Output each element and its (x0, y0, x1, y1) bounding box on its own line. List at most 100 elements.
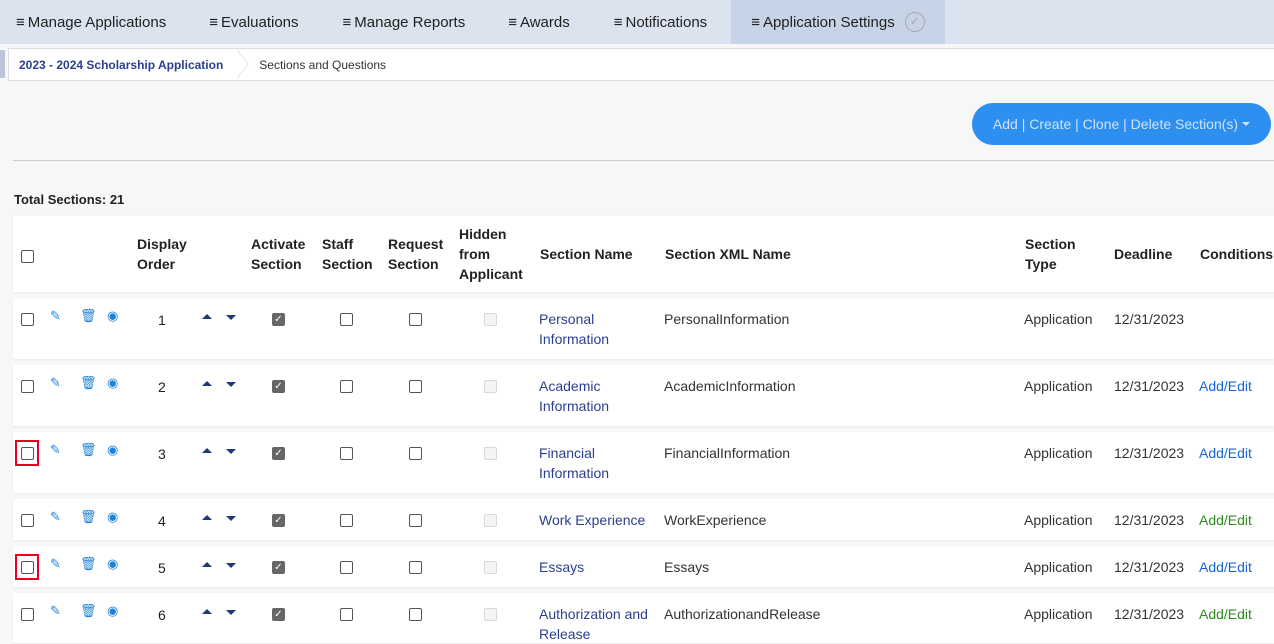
display-order-value: 3 (158, 446, 166, 462)
eye-icon[interactable]: ◉ (107, 309, 118, 322)
hidden-from-applicant-checkbox (484, 447, 497, 460)
breadcrumb-program-link[interactable]: 2023 - 2024 Scholarship Application (9, 49, 250, 80)
nav-application-settings[interactable]: ≡ Application Settings ✓ (731, 0, 945, 44)
total-sections: Total Sections: 21 (14, 192, 125, 207)
move-up-icon[interactable] (202, 562, 212, 567)
activate-section-checkbox[interactable]: ✓ (272, 447, 285, 460)
conditions-add-edit-link[interactable]: Add/Edit (1199, 604, 1252, 624)
conditions-add-edit-link[interactable]: Add/Edit (1199, 443, 1252, 463)
header-line: Section (388, 256, 439, 272)
section-name-link[interactable]: Authorization and Release (539, 604, 648, 644)
move-down-icon[interactable] (226, 563, 236, 568)
menu-icon: ≡ (508, 13, 517, 31)
section-actions-dropdown[interactable]: Add | Create | Clone | Delete Section(s) (972, 103, 1271, 145)
section-name-link[interactable]: Academic Information (539, 376, 609, 416)
eye-icon[interactable]: ◉ (107, 604, 118, 617)
deadline: 12/31/2023 (1114, 311, 1185, 327)
section-name-link[interactable]: Personal Information (539, 309, 609, 349)
header-hidden-from-applicant: Hidden from Applicant (459, 224, 523, 284)
move-down-icon[interactable] (226, 315, 236, 320)
nav-awards[interactable]: ≡ Awards (465, 0, 570, 44)
section-name-link[interactable]: Work Experience (539, 510, 645, 530)
row-select-checkbox[interactable] (21, 313, 34, 326)
staff-section-checkbox[interactable] (340, 561, 353, 574)
nav-manage-reports[interactable]: ≡ Manage Reports (299, 0, 466, 44)
move-up-icon[interactable] (202, 448, 212, 453)
trash-icon[interactable]: 🗑 (80, 557, 97, 570)
row-select-checkbox[interactable] (21, 380, 34, 393)
menu-icon: ≡ (751, 13, 760, 31)
move-up-icon[interactable] (202, 314, 212, 319)
conditions-add-edit-link[interactable]: Add/Edit (1199, 376, 1252, 396)
request-section-checkbox[interactable] (409, 608, 422, 621)
row-select-checkbox[interactable] (21, 608, 34, 621)
display-order-value: 6 (158, 607, 166, 623)
request-section-checkbox[interactable] (409, 514, 422, 527)
breadcrumb-current: Sections and Questions (259, 57, 387, 72)
conditions-add-edit-link[interactable]: Add/Edit (1199, 557, 1252, 577)
edit-icon[interactable]: ✎ (50, 376, 61, 389)
edit-icon[interactable]: ✎ (50, 604, 61, 617)
move-up-icon[interactable] (202, 515, 212, 520)
trash-icon[interactable]: 🗑 (80, 443, 97, 456)
nav-notifications[interactable]: ≡ Notifications (570, 0, 707, 44)
nav-label: Application Settings (762, 13, 895, 31)
section-name-line: Release (539, 626, 591, 642)
nav-label: Awards (519, 13, 570, 31)
section-name-link[interactable]: Financial Information (539, 443, 609, 483)
staff-section-checkbox[interactable] (340, 380, 353, 393)
edit-icon[interactable]: ✎ (50, 443, 61, 456)
nav-manage-applications[interactable]: ≡ Manage Applications (0, 0, 166, 44)
request-section-checkbox[interactable] (409, 561, 422, 574)
activate-section-checkbox[interactable]: ✓ (272, 380, 285, 393)
trash-icon[interactable]: 🗑 (80, 309, 97, 322)
move-up-icon[interactable] (202, 381, 212, 386)
section-type: Application (1024, 378, 1093, 394)
move-down-icon[interactable] (226, 449, 236, 454)
move-down-icon[interactable] (226, 382, 236, 387)
deadline: 12/31/2023 (1114, 378, 1185, 394)
select-all-checkbox[interactable] (21, 250, 34, 263)
activate-section-checkbox[interactable]: ✓ (272, 608, 285, 621)
move-down-icon[interactable] (226, 610, 236, 615)
conditions-add-edit-link[interactable]: Add/Edit (1199, 510, 1252, 530)
section-xml-name: PersonalInformation (664, 311, 790, 327)
section-name-link[interactable]: Essays (539, 557, 584, 577)
trash-icon[interactable]: 🗑 (80, 376, 97, 389)
edit-icon[interactable]: ✎ (50, 309, 61, 322)
eye-icon[interactable]: ◉ (107, 443, 118, 456)
trash-icon[interactable]: 🗑 (80, 510, 97, 523)
header-section-name: Section Name (540, 246, 633, 262)
staff-section-checkbox[interactable] (340, 608, 353, 621)
staff-section-checkbox[interactable] (340, 313, 353, 326)
activate-section-checkbox[interactable]: ✓ (272, 561, 285, 574)
activate-section-checkbox[interactable]: ✓ (272, 313, 285, 326)
edit-icon[interactable]: ✎ (50, 557, 61, 570)
move-down-icon[interactable] (226, 516, 236, 521)
trash-icon[interactable]: 🗑 (80, 604, 97, 617)
nav-evaluations[interactable]: ≡ Evaluations (166, 0, 298, 44)
activate-section-checkbox[interactable]: ✓ (272, 514, 285, 527)
section-name-line: Academic (539, 378, 601, 394)
eye-icon[interactable]: ◉ (107, 557, 118, 570)
section-actions-label: Add | Create | Clone | Delete Section(s) (992, 116, 1239, 132)
eye-icon[interactable]: ◉ (107, 510, 118, 523)
section-type: Application (1024, 512, 1093, 528)
request-section-checkbox[interactable] (409, 380, 422, 393)
staff-section-checkbox[interactable] (340, 514, 353, 527)
staff-section-checkbox[interactable] (340, 447, 353, 460)
row-select-checkbox[interactable] (21, 514, 34, 527)
deadline: 12/31/2023 (1114, 512, 1185, 528)
header-line: Request (388, 236, 444, 252)
eye-icon[interactable]: ◉ (107, 376, 118, 389)
section-name-line: Information (539, 465, 610, 481)
move-up-icon[interactable] (202, 609, 212, 614)
request-section-checkbox[interactable] (409, 447, 422, 460)
edit-icon[interactable]: ✎ (50, 510, 61, 523)
section-xml-name: FinancialInformation (664, 445, 791, 461)
request-section-checkbox[interactable] (409, 313, 422, 326)
divider (13, 160, 1274, 161)
section-xml-name: AcademicInformation (664, 378, 796, 394)
header-line: from (459, 246, 491, 262)
section-name-line: Work Experience (539, 512, 646, 528)
